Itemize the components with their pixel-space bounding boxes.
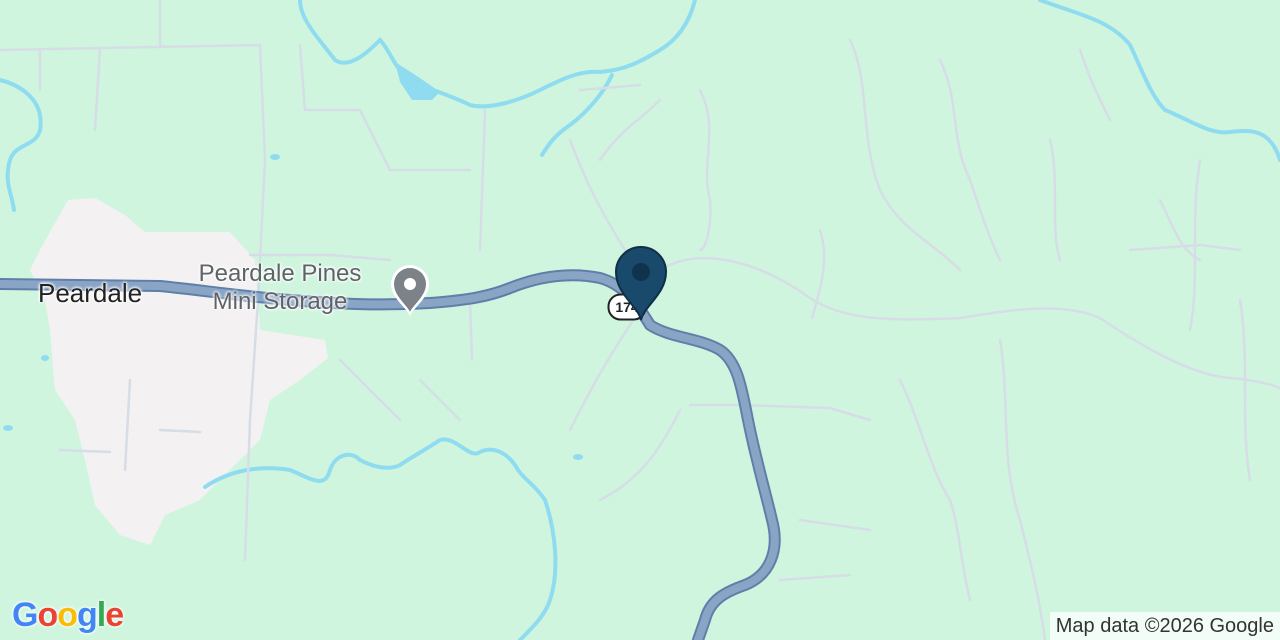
map-marker-icon[interactable] [612, 244, 670, 322]
logo-letter-o2: o [57, 596, 78, 634]
logo-letter-g2: g [77, 596, 98, 634]
poi-name-line1: Peardale Pines [198, 260, 362, 287]
poi-name-line2: Mini Storage [212, 288, 348, 315]
google-logo: Google [12, 596, 124, 635]
map-attribution[interactable]: Map data ©2026 Google [1049, 612, 1280, 640]
logo-letter-l: l [96, 596, 107, 634]
logo-letter-g: G [12, 596, 38, 634]
place-label-peardale[interactable]: Peardale [38, 278, 142, 309]
logo-letter-o: o [37, 596, 58, 634]
poi-label-mini-storage[interactable]: Peardale Pines Mini Storage [180, 260, 380, 316]
logo-letter-e: e [105, 596, 124, 634]
location-pin-icon[interactable] [385, 258, 435, 318]
